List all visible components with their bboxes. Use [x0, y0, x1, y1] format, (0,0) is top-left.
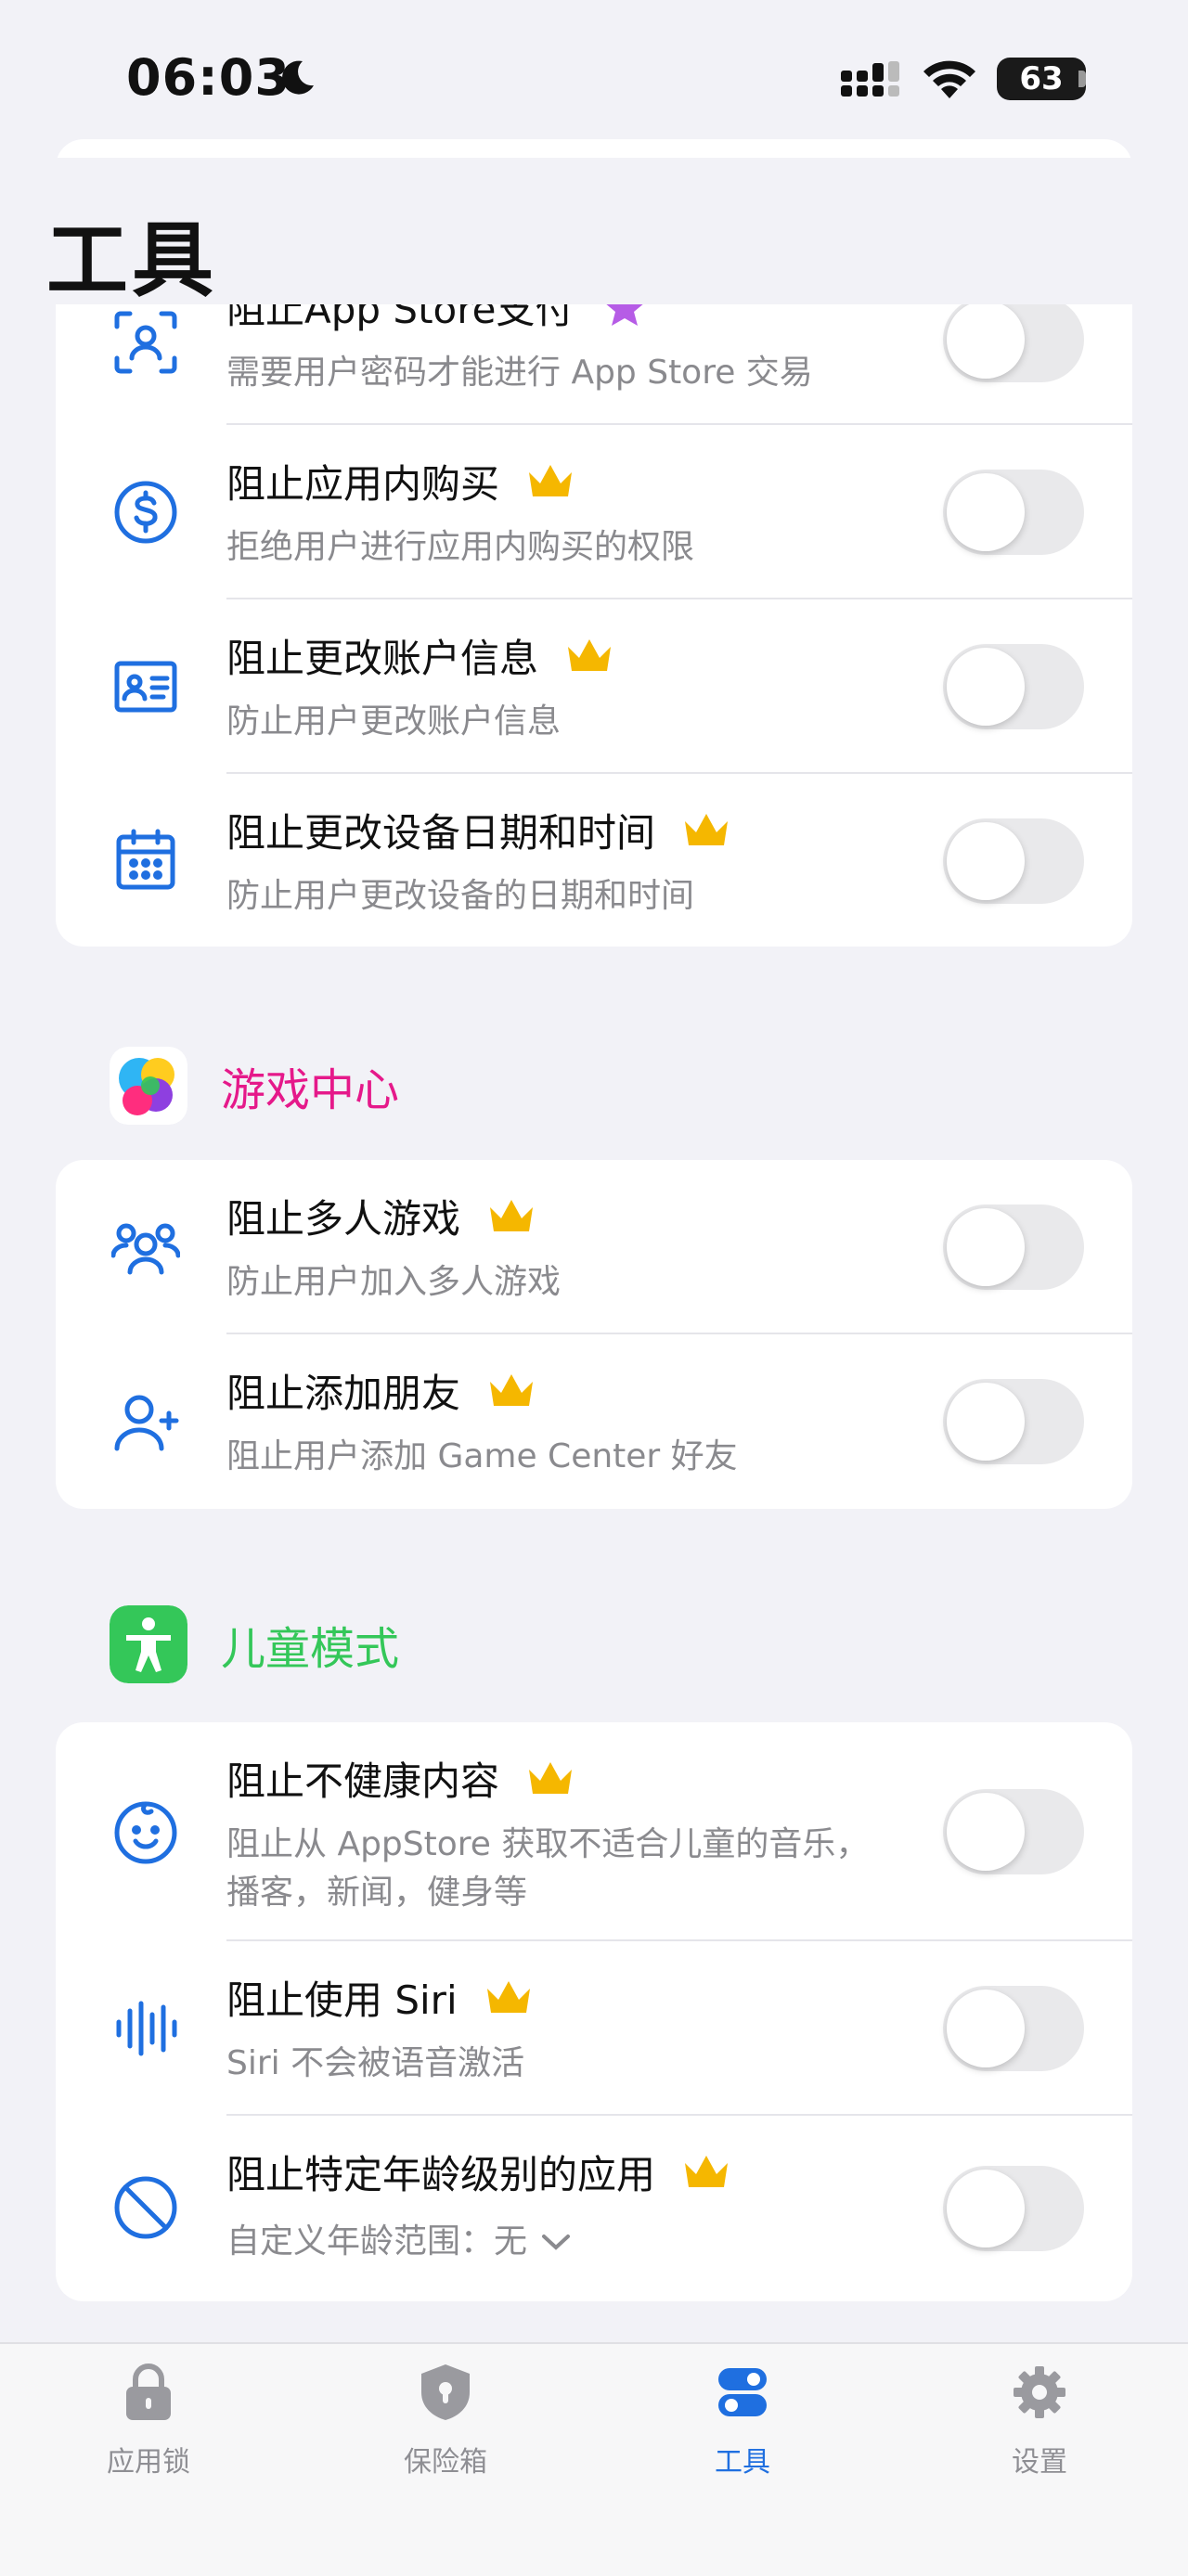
wifi-icon [923, 60, 975, 98]
item-title: 阻止添加朋友 [226, 1371, 461, 1416]
toggle-block-in-app-purchase[interactable] [943, 470, 1084, 555]
tab-app-lock[interactable]: 应用锁 [56, 2363, 241, 2479]
section-label: 儿童模式 [221, 1623, 400, 1675]
status-time: 06:03 [126, 48, 291, 107]
game-center-icon [110, 1047, 187, 1125]
item-subtitle: Siri 不会被语音激活 [226, 2044, 525, 2082]
toggle-block-explicit-content[interactable] [943, 1789, 1084, 1874]
page-title: 工具 [46, 213, 218, 308]
battery-cap [1078, 71, 1086, 87]
section-header-game-center: 游戏中心 [110, 1047, 399, 1125]
list-item: 阻止更改账户信息 防止用户更改账户信息 [56, 599, 1132, 774]
list-item: 阻止添加朋友 阻止用户添加 Game Center 好友 [56, 1334, 1132, 1509]
id-card-icon [114, 661, 177, 713]
item-subtitle: 防止用户更改账户信息 [226, 702, 562, 741]
tab-label: 应用锁 [107, 2446, 190, 2479]
tab-tools[interactable]: 工具 [650, 2363, 835, 2479]
section-label: 游戏中心 [221, 1064, 400, 1116]
list-item: 阻止不健康内容 阻止从 AppStore 获取不适合儿童的音乐， 播客，新闻，健… [56, 1722, 1132, 1941]
add-friend-icon [114, 1395, 179, 1451]
toggle-block-appstore-payment[interactable] [943, 297, 1084, 382]
status-bar: 06:03 63 [0, 0, 1188, 158]
crown-icon [529, 1761, 573, 1794]
baby-face-icon [114, 1801, 177, 1864]
prohibited-icon [114, 2176, 177, 2239]
tab-vault[interactable]: 保险箱 [353, 2363, 538, 2479]
item-subtitle: 防止用户更改设备的日期和时间 [226, 877, 695, 915]
crown-icon [490, 1373, 534, 1406]
lock-icon [126, 2363, 171, 2420]
dollar-circle-icon [114, 481, 177, 544]
item-title: 阻止多人游戏 [226, 1196, 461, 1242]
toggle-block-age-rated-apps[interactable] [943, 2166, 1084, 2251]
tab-settings[interactable]: 设置 [947, 2363, 1132, 2479]
list-item: 阻止特定年龄级别的应用 自定义年龄范围：无 [56, 2116, 1132, 2301]
crown-icon [486, 1980, 530, 2013]
do-not-disturb-icon [282, 60, 314, 95]
toggle-block-add-friends[interactable] [943, 1379, 1084, 1464]
chevron-down-icon [542, 2235, 571, 2250]
list-item: 阻止更改设备日期和时间 防止用户更改设备的日期和时间 [56, 774, 1132, 947]
list-item: 阻止应用内购买 拒绝用户进行应用内购买的权限 [56, 425, 1132, 599]
item-title: 阻止更改设备日期和时间 [226, 810, 656, 856]
crown-icon [529, 464, 573, 496]
toggle-block-datetime-change[interactable] [943, 818, 1084, 904]
crown-icon [685, 2155, 729, 2187]
tab-label: 工具 [715, 2446, 770, 2479]
item-subtitle: 自定义年龄范围：无 [226, 2222, 528, 2260]
item-title: 阻止特定年龄级别的应用 [226, 2152, 656, 2197]
crown-icon [490, 1199, 534, 1231]
section-header-kids-mode: 儿童模式 [110, 1605, 399, 1683]
toggle-block-multiplayer[interactable] [943, 1204, 1084, 1290]
gear-icon [1014, 2366, 1065, 2418]
item-subtitle: 需要用户密码才能进行 App Store 交易 [226, 354, 813, 392]
item-title: 阻止更改账户信息 [226, 636, 539, 681]
title-bar: 工具 [0, 158, 1188, 308]
crown-icon [685, 813, 729, 845]
kids-mode-card: 阻止不健康内容 阻止从 AppStore 获取不适合儿童的音乐， 播客，新闻，健… [56, 1722, 1132, 2301]
toggle-block-account-change[interactable] [943, 644, 1084, 729]
battery-indicator: 63 [997, 58, 1086, 100]
item-title: 阻止不健康内容 [226, 1758, 500, 1804]
game-center-card: 阻止多人游戏 防止用户加入多人游戏 阻止添加朋友 阻止用户添加 Game Cen… [56, 1160, 1132, 1509]
tab-label: 保险箱 [404, 2446, 487, 2479]
tab-bar: 应用锁 保险箱 工具 设置 [0, 2342, 1188, 2576]
crown-icon [568, 638, 612, 671]
item-subtitle: 播客，新闻，健身等 [226, 1874, 528, 1912]
item-title: 阻止应用内购买 [226, 461, 500, 507]
item-title: 阻止使用 Siri [226, 1977, 458, 2023]
item-subtitle: 拒绝用户进行应用内购买的权限 [226, 528, 695, 566]
list-item: 阻止多人游戏 防止用户加入多人游戏 [56, 1160, 1132, 1334]
item-subtitle: 阻止从 AppStore 获取不适合儿童的音乐， [226, 1825, 870, 1863]
list-item: 阻止使用 Siri Siri 不会被语音激活 [56, 1941, 1132, 2116]
accessibility-person-icon [110, 1605, 187, 1683]
face-scan-icon [114, 311, 177, 374]
shield-icon [421, 2364, 470, 2420]
toggles-icon [718, 2368, 767, 2416]
item-subtitle: 防止用户加入多人游戏 [226, 1263, 562, 1301]
age-range-selector[interactable]: 自定义年龄范围：无 [226, 2218, 572, 2266]
group-icon [111, 1223, 180, 1275]
waveform-icon [116, 2001, 177, 2056]
calendar-icon [116, 829, 175, 890]
toggle-block-siri[interactable] [943, 1986, 1084, 2071]
cellular-signal-icon [841, 61, 899, 97]
tab-label: 设置 [1012, 2446, 1067, 2479]
item-subtitle: 阻止用户添加 Game Center 好友 [226, 1437, 738, 1475]
